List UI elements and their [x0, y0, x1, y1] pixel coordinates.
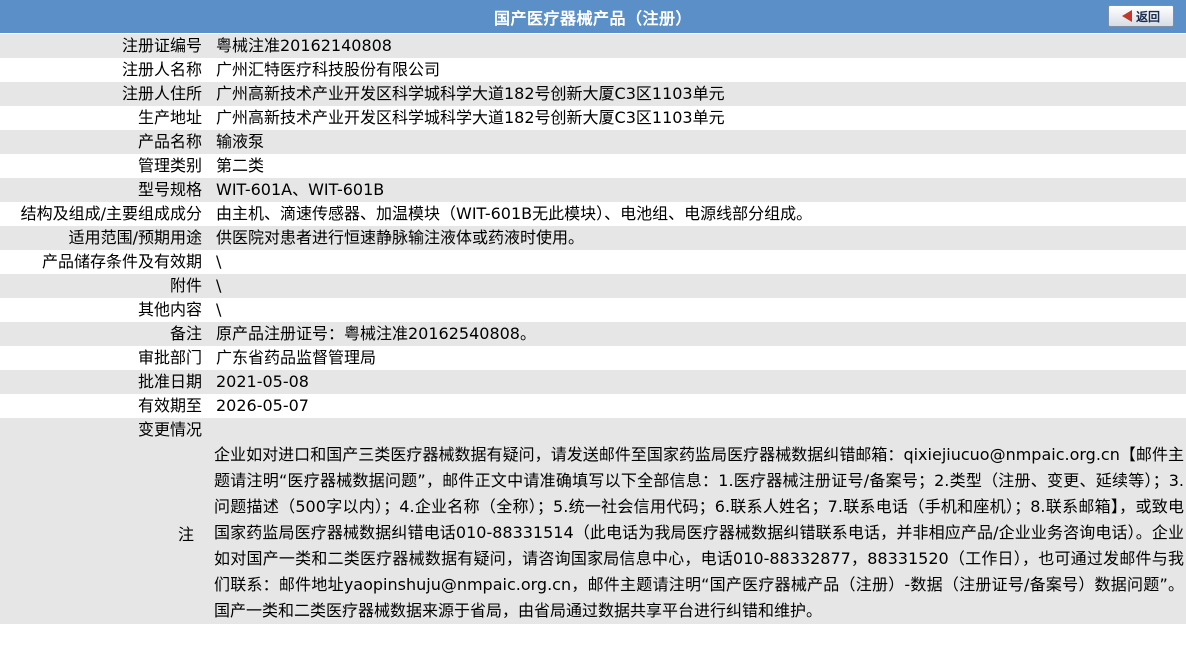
note-label: 注 — [177, 525, 194, 544]
info-row: 附件 \ — [0, 274, 1186, 298]
field-value: 由主机、滴速传感器、加温模块（WIT-601B无此模块）、电池组、电源线部分组成… — [208, 202, 1186, 226]
field-value: WIT-601A、WIT-601B — [208, 178, 1186, 202]
field-label: 注册人住所 — [0, 82, 208, 106]
info-row: 有效期至 2026-05-07 — [0, 394, 1186, 418]
field-value: 原产品注册证号：粤械注准20162540808。 — [208, 322, 1186, 346]
page: 国产医疗器械产品（注册） 返回 注册证编号 粤械注准20162140808 注册人名… — [0, 0, 1186, 659]
field-value: \ — [208, 274, 1186, 298]
field-label: 注册人名称 — [0, 58, 208, 82]
field-label: 其他内容 — [0, 298, 208, 322]
info-row: 生产地址 广州高新技术产业开发区科学城科学大道182号创新大厦C3区1103单元 — [0, 106, 1186, 130]
field-value: 广州高新技术产业开发区科学城科学大道182号创新大厦C3区1103单元 — [208, 106, 1186, 130]
info-row: 适用范围/预期用途 供医院对患者进行恒速静脉输注液体或药液时使用。 — [0, 226, 1186, 250]
field-label: 批准日期 — [0, 370, 208, 394]
field-label: 产品储存条件及有效期 — [0, 250, 208, 274]
info-row: 注册人住所 广州高新技术产业开发区科学城科学大道182号创新大厦C3区1103单元 — [0, 82, 1186, 106]
field-value: 广州高新技术产业开发区科学城科学大道182号创新大厦C3区1103单元 — [208, 82, 1186, 106]
back-button[interactable]: 返回 — [1108, 5, 1174, 27]
field-label: 附件 — [0, 274, 208, 298]
info-row: 备注 原产品注册证号：粤械注准20162540808。 — [0, 322, 1186, 346]
field-value: 2026-05-07 — [208, 394, 1186, 418]
field-label: 适用范围/预期用途 — [0, 226, 208, 250]
field-value: 广州汇特医疗科技股份有限公司 — [208, 58, 1186, 82]
info-row: 其他内容 \ — [0, 298, 1186, 322]
info-row: 批准日期 2021-05-08 — [0, 370, 1186, 394]
field-label: 变更情况 — [0, 418, 208, 442]
info-row: 结构及组成/主要组成成分 由主机、滴速传感器、加温模块（WIT-601B无此模块）… — [0, 202, 1186, 226]
field-value: 输液泵 — [208, 130, 1186, 154]
info-row: 型号规格 WIT-601A、WIT-601B — [0, 178, 1186, 202]
field-label: 管理类别 — [0, 154, 208, 178]
field-label: 结构及组成/主要组成成分 — [0, 202, 208, 226]
field-value: \ — [208, 250, 1186, 274]
info-row: 管理类别 第二类 — [0, 154, 1186, 178]
back-arrow-icon — [1121, 10, 1132, 22]
field-label: 注册证编号 — [0, 34, 208, 58]
field-label: 型号规格 — [0, 178, 208, 202]
info-row: 注册证编号 粤械注准20162140808 — [0, 34, 1186, 58]
page-header: 国产医疗器械产品（注册） 返回 — [0, 0, 1186, 34]
back-button-label: 返回 — [1135, 9, 1160, 24]
field-value: 供医院对患者进行恒速静脉输注液体或药液时使用。 — [208, 226, 1186, 250]
field-value: 第二类 — [208, 154, 1186, 178]
field-value: 2021-05-08 — [208, 370, 1186, 394]
info-row: 产品储存条件及有效期 \ — [0, 250, 1186, 274]
info-row: 变更情况 — [0, 418, 1186, 442]
field-label: 生产地址 — [0, 106, 208, 130]
info-row: 审批部门 广东省药品监督管理局 — [0, 346, 1186, 370]
field-value: 粤械注准20162140808 — [208, 34, 1186, 58]
field-label: 备注 — [0, 322, 208, 346]
field-label: 有效期至 — [0, 394, 208, 418]
field-label: 审批部门 — [0, 346, 208, 370]
info-row: 注册人名称 广州汇特医疗科技股份有限公司 — [0, 58, 1186, 82]
field-value: 广东省药品监督管理局 — [208, 346, 1186, 370]
field-value — [208, 418, 1186, 442]
info-row: 产品名称 输液泵 — [0, 130, 1186, 154]
field-label: 产品名称 — [0, 130, 208, 154]
note-row: 注 企业如对进口和国产三类医疗器械数据有疑问，请发送邮件至国家药监局医疗器械数据… — [0, 442, 1186, 624]
field-value: \ — [208, 298, 1186, 322]
note-text: 企业如对进口和国产三类医疗器械数据有疑问，请发送邮件至国家药监局医疗器械数据纠错… — [214, 445, 1184, 620]
page-title: 国产医疗器械产品（注册） — [493, 8, 692, 28]
product-info-table: 注册证编号 粤械注准20162140808 注册人名称 广州汇特医疗科技股份有限公司注… — [0, 34, 1186, 442]
